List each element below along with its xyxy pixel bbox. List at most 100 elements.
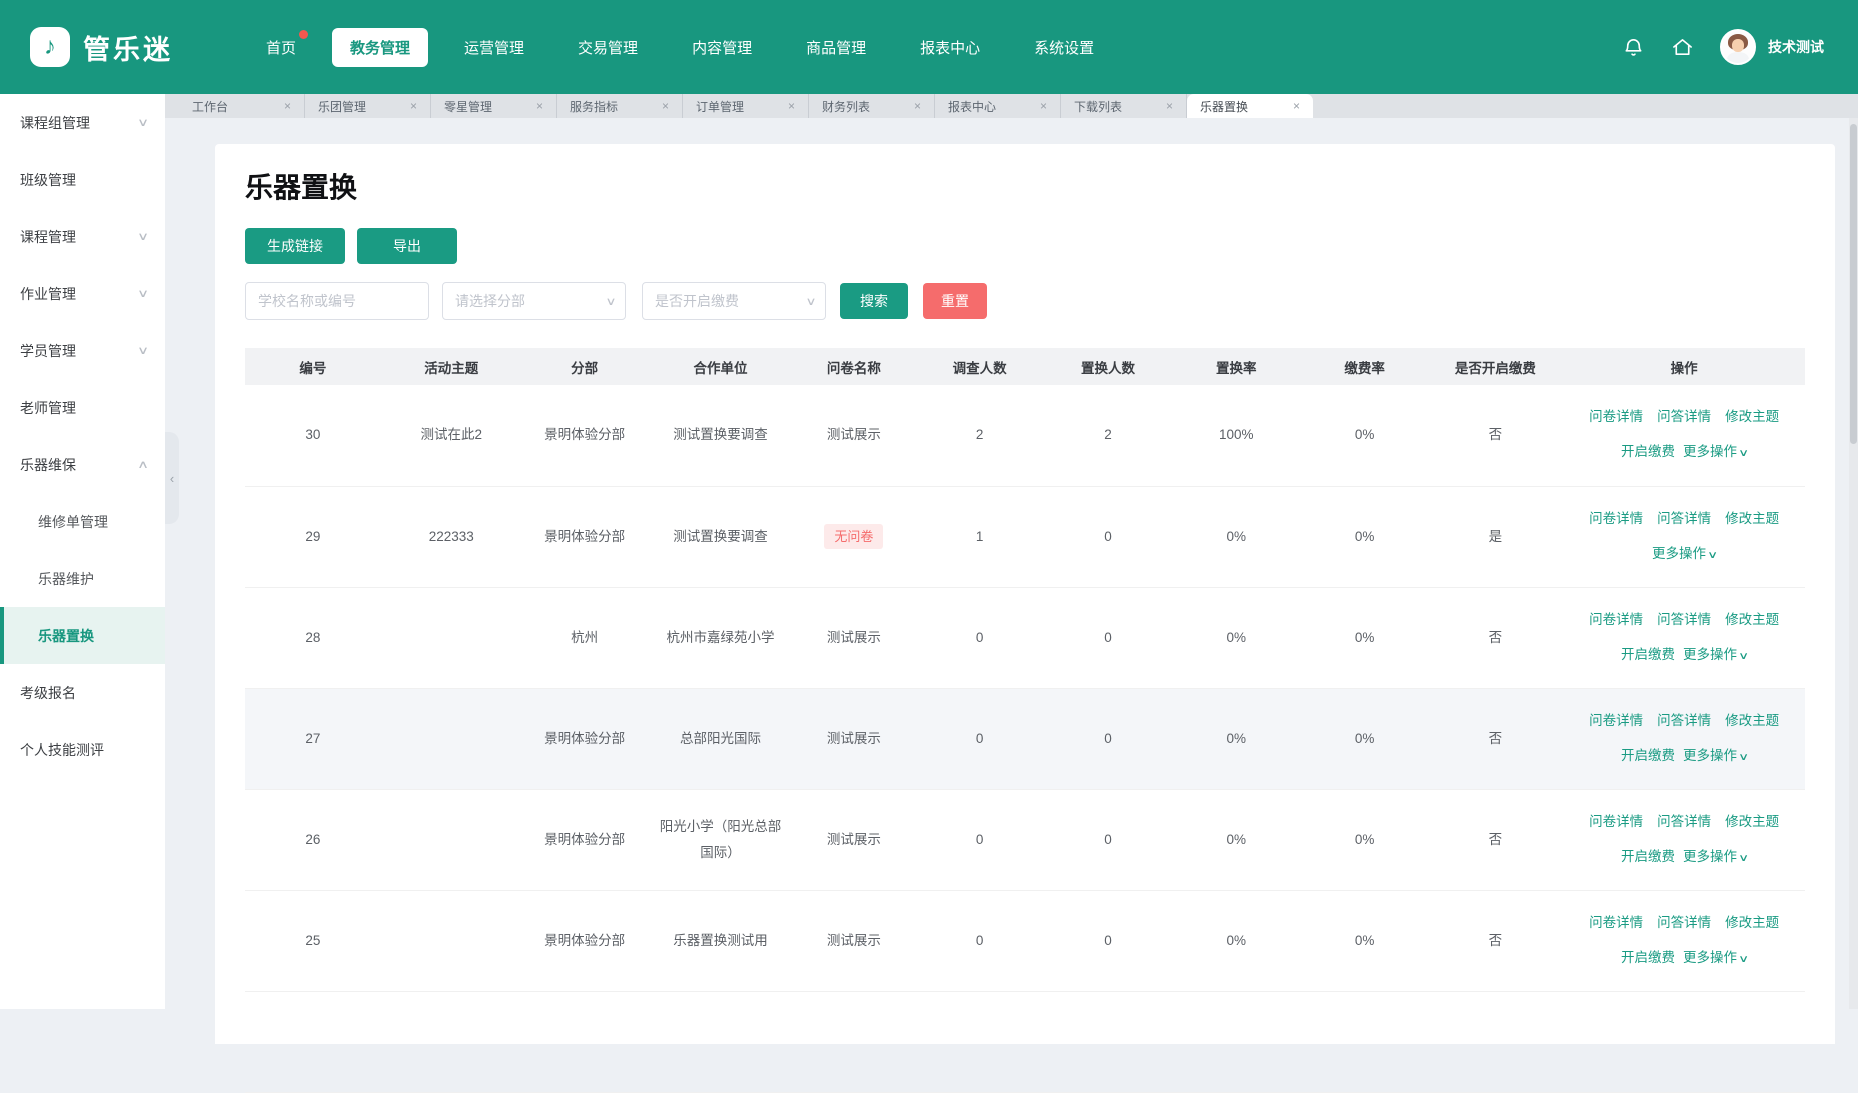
- export-button[interactable]: 导出: [357, 228, 457, 264]
- tab-8[interactable]: 下载列表×: [1061, 94, 1187, 118]
- tab-close-icon[interactable]: ×: [788, 99, 795, 113]
- action-link[interactable]: 更多操作∨: [1652, 545, 1716, 564]
- tab-close-icon[interactable]: ×: [1040, 99, 1047, 113]
- search-button[interactable]: 搜索: [840, 283, 908, 319]
- action-link[interactable]: 修改主题: [1725, 611, 1779, 630]
- action-link[interactable]: 问卷详情: [1589, 408, 1643, 427]
- action-link[interactable]: 问答详情: [1657, 914, 1711, 933]
- tab-close-icon[interactable]: ×: [1166, 99, 1173, 113]
- cell-partner: 乐器置换测试用: [648, 890, 794, 991]
- scrollbar-thumb[interactable]: [1850, 124, 1857, 444]
- tab-3[interactable]: 零星管理×: [431, 94, 557, 118]
- action-link[interactable]: 更多操作∨: [1683, 443, 1747, 462]
- filter-bar: 请选择分部 ∨ 是否开启缴费 ∨ 搜索 重置: [245, 282, 1805, 320]
- action-link[interactable]: 问答详情: [1657, 408, 1711, 427]
- tab-1[interactable]: 工作台×: [179, 94, 305, 118]
- sidebar-item-12[interactable]: 个人技能测评: [0, 721, 165, 778]
- cell-branch: [522, 991, 648, 1092]
- tab-close-icon[interactable]: ×: [284, 99, 291, 113]
- school-name-input[interactable]: [245, 282, 429, 320]
- sidebar-item-4[interactable]: 作业管理∨: [0, 265, 165, 322]
- nav-item-8[interactable]: 系统设置: [1016, 28, 1112, 67]
- replacement-table: 编号活动主题分部合作单位问卷名称调查人数置换人数置换率缴费率是否开启缴费操作 3…: [245, 348, 1805, 1093]
- nav-item-3[interactable]: 运营管理: [446, 28, 542, 67]
- sidebar-item-10[interactable]: 乐器置换: [0, 607, 165, 664]
- nav-item-7[interactable]: 报表中心: [902, 28, 998, 67]
- cell-replace-rate: 0%: [1171, 789, 1302, 890]
- action-link[interactable]: 更多操作∨: [1683, 646, 1747, 665]
- action-link[interactable]: 问卷详情: [1589, 712, 1643, 731]
- cell-pay-enabled: 否: [1427, 688, 1563, 789]
- cell-surveyed-count: 1: [914, 486, 1045, 587]
- cell-pay-rate: 0%: [1302, 486, 1428, 587]
- generate-link-button[interactable]: 生成链接: [245, 228, 345, 264]
- sidebar-item-1[interactable]: 课程组管理∨: [0, 94, 165, 151]
- home-icon[interactable]: [1671, 36, 1694, 59]
- sidebar-item-7[interactable]: 乐器维保∧: [0, 436, 165, 493]
- action-link[interactable]: 更多操作∨: [1683, 848, 1747, 867]
- username[interactable]: 技术测试: [1768, 37, 1824, 57]
- nav-item-2[interactable]: 教务管理: [332, 28, 428, 67]
- action-link[interactable]: 问卷详情: [1589, 914, 1643, 933]
- sidebar-item-8[interactable]: 维修单管理: [0, 493, 165, 550]
- cell-theme: [381, 991, 522, 1092]
- cell-pay-rate: 0%: [1302, 789, 1428, 890]
- sidebar-item-5[interactable]: 学员管理∨: [0, 322, 165, 379]
- bell-icon[interactable]: [1622, 36, 1645, 59]
- cell-partner: 总部阳光国际: [648, 688, 794, 789]
- action-link[interactable]: 问答详情: [1657, 611, 1711, 630]
- page-scrollbar[interactable]: [1849, 94, 1858, 1009]
- sidebar-item-11[interactable]: 考级报名: [0, 664, 165, 721]
- action-link[interactable]: 修改主题: [1725, 712, 1779, 731]
- nav-item-4[interactable]: 交易管理: [560, 28, 656, 67]
- action-link[interactable]: 开启缴费: [1621, 443, 1675, 462]
- sidebar-collapse-handle[interactable]: ‹: [165, 432, 179, 524]
- cell-actions: [1563, 991, 1805, 1092]
- tab-close-icon[interactable]: ×: [410, 99, 417, 113]
- brand[interactable]: ♪ 管乐迷: [30, 27, 230, 67]
- action-link[interactable]: 修改主题: [1725, 408, 1779, 427]
- chevron-down-icon: ∨: [137, 230, 149, 243]
- nav-item-6[interactable]: 商品管理: [788, 28, 884, 67]
- sidebar-item-9[interactable]: 乐器维护: [0, 550, 165, 607]
- sidebar-item-3[interactable]: 课程管理∨: [0, 208, 165, 265]
- action-link[interactable]: 修改主题: [1725, 510, 1779, 529]
- action-link[interactable]: 问卷详情: [1589, 611, 1643, 630]
- action-link[interactable]: 修改主题: [1725, 813, 1779, 832]
- action-link[interactable]: 更多操作∨: [1683, 949, 1747, 968]
- action-link[interactable]: 问卷详情: [1589, 510, 1643, 529]
- action-link[interactable]: 问卷详情: [1589, 813, 1643, 832]
- action-link[interactable]: 更多操作∨: [1683, 747, 1747, 766]
- cell-pay-enabled: [1427, 991, 1563, 1092]
- action-link[interactable]: 开启缴费: [1621, 949, 1675, 968]
- sidebar-item-6[interactable]: 老师管理: [0, 379, 165, 436]
- action-link[interactable]: 开启缴费: [1621, 747, 1675, 766]
- tab-5[interactable]: 订单管理×: [683, 94, 809, 118]
- branch-select[interactable]: 请选择分部 ∨: [442, 282, 626, 320]
- tab-2[interactable]: 乐团管理×: [305, 94, 431, 118]
- reset-button[interactable]: 重置: [923, 283, 987, 319]
- tab-close-icon[interactable]: ×: [662, 99, 669, 113]
- cell-replace-rate: 0%: [1171, 587, 1302, 688]
- nav-item-5[interactable]: 内容管理: [674, 28, 770, 67]
- tab-4[interactable]: 服务指标×: [557, 94, 683, 118]
- tab-6[interactable]: 财务列表×: [809, 94, 935, 118]
- user-avatar[interactable]: [1720, 29, 1756, 65]
- table-row: 29222333景明体验分部测试置换要调查无问卷100%0%是问卷详情问答详情修…: [245, 486, 1805, 587]
- tab-close-icon[interactable]: ×: [536, 99, 543, 113]
- sidebar-item-2[interactable]: 班级管理: [0, 151, 165, 208]
- nav-item-1[interactable]: 首页: [248, 28, 314, 67]
- action-link[interactable]: 问答详情: [1657, 712, 1711, 731]
- cell-replaced-count: [1045, 991, 1171, 1092]
- action-link[interactable]: 修改主题: [1725, 914, 1779, 933]
- tab-9[interactable]: 乐器置换×: [1187, 94, 1313, 118]
- tab-7[interactable]: 报表中心×: [935, 94, 1061, 118]
- action-link[interactable]: 问答详情: [1657, 813, 1711, 832]
- tab-close-icon[interactable]: ×: [914, 99, 921, 113]
- tab-close-icon[interactable]: ×: [1293, 99, 1300, 113]
- pay-enabled-select[interactable]: 是否开启缴费 ∨: [642, 282, 826, 320]
- action-link[interactable]: 开启缴费: [1621, 646, 1675, 665]
- action-link[interactable]: 问答详情: [1657, 510, 1711, 529]
- cell-actions: 问卷详情问答详情修改主题开启缴费更多操作∨: [1563, 688, 1805, 789]
- action-link[interactable]: 开启缴费: [1621, 848, 1675, 867]
